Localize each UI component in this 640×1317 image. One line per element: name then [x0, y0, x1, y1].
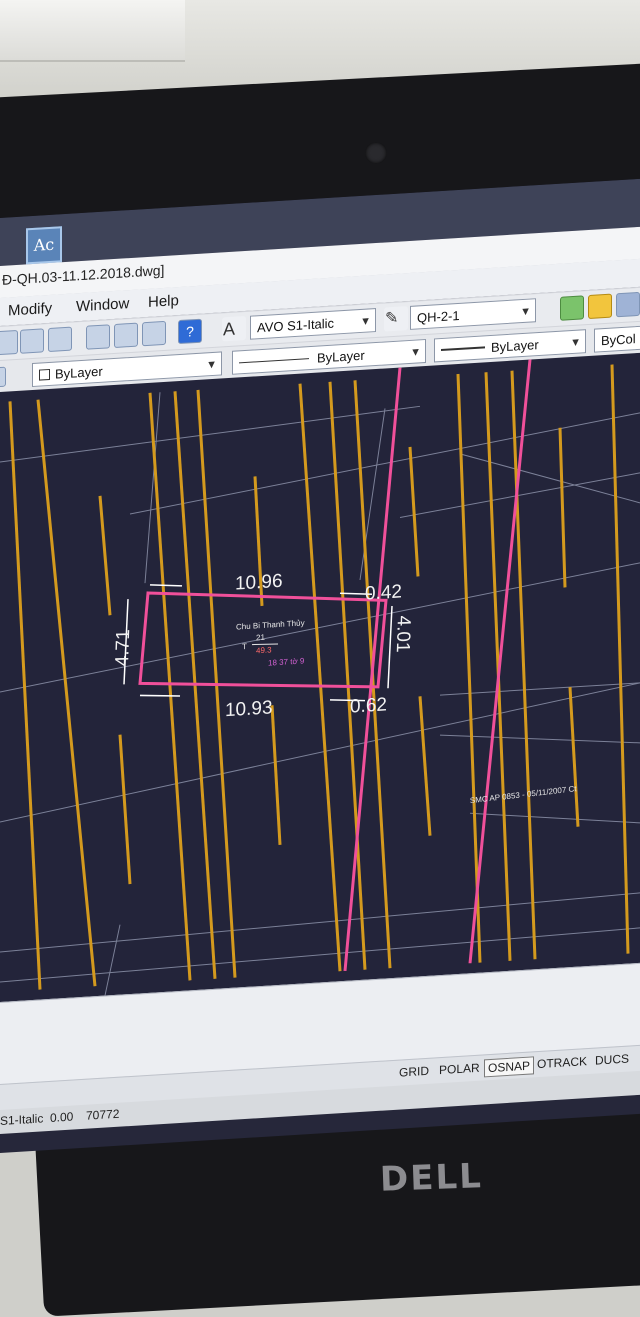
grid-toggle[interactable]: GRID: [396, 1063, 432, 1081]
webcam: [365, 142, 387, 164]
status-value-2: 70772: [86, 1106, 120, 1123]
color-swatch: [39, 368, 50, 381]
orange-grid-lines: [8, 364, 630, 990]
chevron-down-icon: ▼: [360, 315, 371, 328]
menu-help[interactable]: Help: [148, 292, 179, 311]
zoom-previous-icon[interactable]: [48, 326, 72, 353]
land-type: T: [242, 642, 247, 651]
dell-logo: DELL: [379, 1156, 484, 1200]
side-note: SMC AP 0853 - 05/11/2007 Ct: [470, 784, 578, 805]
text-style-icon[interactable]: A: [222, 315, 246, 342]
parcel-number: 21: [256, 633, 265, 643]
chevron-down-icon: ▼: [410, 346, 421, 359]
design-center-icon[interactable]: [114, 322, 138, 349]
layer-previous-icon[interactable]: [616, 291, 640, 318]
layer-state-icon[interactable]: [588, 293, 612, 320]
status-style: S1-Italic: [0, 1111, 44, 1128]
text-style-dropdown[interactable]: AVO S1-Italic ▼: [250, 308, 376, 340]
lineweight-value: ByLayer: [491, 337, 539, 355]
dim-right: 4.01: [392, 615, 414, 653]
drawing-canvas[interactable]: 10.96 10.93 0.42 0.62 4.71 4.01 Chu Bi T…: [0, 352, 640, 1002]
dimension-style-dropdown[interactable]: QH-2-1 ▼: [410, 298, 536, 330]
dim-bottom-right: 0.62: [350, 694, 387, 717]
dim-left: 4.71: [112, 629, 134, 667]
dim-top: 10.96: [235, 571, 283, 595]
layer-icon[interactable]: [560, 295, 584, 321]
dim-bottom: 10.93: [225, 697, 273, 721]
layer-manager-icon[interactable]: [0, 366, 6, 388]
color-value: ByLayer: [55, 363, 103, 382]
status-value-1: 0.00: [50, 1109, 74, 1125]
zoom-window-icon[interactable]: [20, 328, 44, 354]
zoom-icon[interactable]: [0, 329, 18, 356]
owner-label: Chu Bi Thanh Thủy: [236, 618, 305, 631]
pink-boundary-lines: [343, 359, 532, 971]
otrack-toggle[interactable]: OTRACK: [534, 1053, 590, 1072]
linetype-preview: [239, 358, 309, 364]
dimension-style-icon[interactable]: ✎: [384, 306, 408, 332]
chevron-down-icon: ▼: [206, 358, 217, 372]
plotstyle-value: ByCol: [601, 331, 636, 349]
window-title: Đ-QH.03-11.12.2018.dwg]: [2, 261, 165, 288]
osnap-toggle[interactable]: OSNAP: [484, 1056, 535, 1078]
dim-top-right: 0.42: [365, 581, 402, 604]
menu-modify[interactable]: Modify: [8, 300, 52, 320]
properties-icon[interactable]: [86, 324, 110, 350]
text-style-value: AVO S1-Italic: [257, 315, 335, 336]
autocad-app-icon[interactable]: Ac: [26, 226, 62, 265]
dimension-style-value: QH-2-1: [417, 307, 460, 326]
help-icon[interactable]: ?: [178, 318, 202, 345]
plotstyle-dropdown[interactable]: ByCol: [594, 324, 640, 353]
chevron-down-icon: ▼: [520, 305, 531, 319]
parcel-area: 49.3: [256, 645, 272, 655]
chevron-down-icon: ▼: [570, 336, 581, 350]
lineweight-preview: [441, 346, 485, 352]
cad-drawing: 10.96 10.93 0.42 0.62 4.71 4.01 Chu Bi T…: [0, 359, 640, 996]
ducs-toggle[interactable]: DUCS: [592, 1050, 632, 1068]
polar-toggle[interactable]: POLAR: [436, 1059, 483, 1078]
menu-window[interactable]: Window: [76, 295, 129, 315]
sheet-note: 18 37 tờ 9: [268, 656, 305, 667]
linetype-value: ByLayer: [317, 347, 365, 366]
tool-palette-icon[interactable]: [142, 320, 166, 347]
laptop-screen: Ac Đ-QH.03-11.12.2018.dwg] Modify Window…: [0, 178, 640, 1153]
air-conditioner: [0, 0, 185, 62]
